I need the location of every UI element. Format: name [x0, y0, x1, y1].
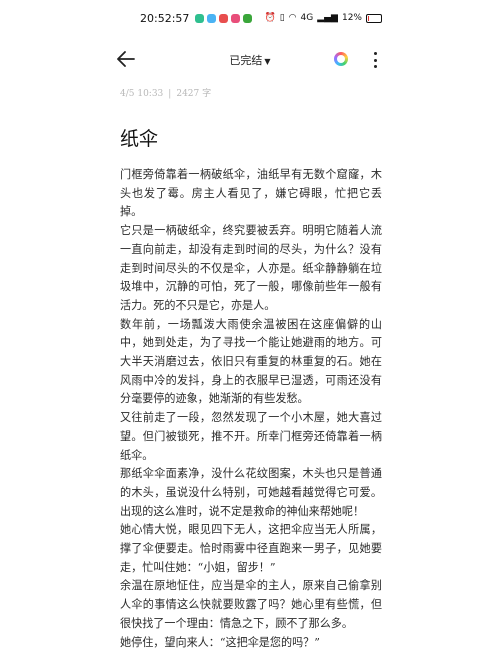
paragraph: 她心情大悦，眼见四下无人，这把伞应当无人所属，撑了伞便要走。恰时雨雾中径直跑来一… [120, 523, 382, 574]
edit-date: 4/5 10:33 [120, 89, 164, 99]
app-notification-icon [195, 13, 205, 23]
notification-icons [195, 13, 253, 23]
title-dropdown[interactable]: 已完结 ▼ [100, 52, 400, 68]
toolbar: 已完结 ▼ [100, 44, 400, 76]
document-meta: 4/5 10:33 | 2427 字 [120, 86, 211, 99]
vibrate-icon: ▯ [279, 13, 285, 23]
more-vertical-icon[interactable] [372, 52, 378, 68]
app-notification-icon [231, 13, 241, 23]
paragraph: 门框旁倚靠着一柄破纸伞，油纸早有无数个窟窿，木头也发了霉。房主人看见了，嫌它碍眼… [120, 168, 382, 219]
color-ring-icon[interactable] [334, 52, 348, 66]
status-right: ⏰ ▯ ◠ 4G ▂▄▆ 12% [264, 13, 382, 23]
toolbar-title: 已完结 [229, 54, 263, 67]
app-notification-icon [207, 13, 217, 23]
meta-divider: | [168, 89, 172, 99]
paragraph: 又往前走了一段，忽然发现了一个小木屋，她大喜过望。但门被锁死，推不开。所幸门框旁… [120, 411, 382, 462]
paragraph: 那纸伞伞面素净，没什么花纹图案，木头也只是普通的木头，虽说没什么特别，可她越看越… [120, 467, 382, 518]
word-count: 2427 字 [176, 89, 212, 99]
app-notification-icon [219, 13, 229, 23]
battery-icon [366, 13, 382, 23]
app-notification-icon [243, 13, 253, 23]
chevron-down-icon: ▼ [264, 57, 271, 66]
network-type: 4G [300, 13, 314, 23]
status-time: 20:52:57 [140, 11, 190, 25]
wifi-icon: ◠ [288, 13, 297, 23]
document-body[interactable]: 门框旁倚靠着一柄破纸伞，油纸早有无数个窟窿，木头也发了霉。房主人看见了，嫌它碍眼… [120, 166, 382, 652]
paragraph: 她停住，望向来人：“这把伞是您的吗？” [120, 635, 320, 649]
document-title[interactable]: 纸伞 [120, 124, 158, 151]
battery-text: 12% [341, 13, 362, 23]
phone-screen: 20:52:57 ⏰ ▯ ◠ 4G ▂▄▆ 12% 已完结 ▼ 4/5 10:3… [100, 0, 400, 666]
battery-fill [368, 15, 370, 21]
paragraph: 数年前，一场瓢泼大雨使余温被困在这座偏僻的山中，她到处走，为了寻找一个能让她避雨… [120, 317, 382, 406]
signal-icon: ▂▄▆ [317, 13, 338, 23]
paragraph: 余温在原地怔住，应当是伞的主人，原来自己偷拿别人伞的事情这么快就要败露了吗？她心… [120, 579, 382, 630]
paragraph: 它只是一柄破纸伞，终究要被丢弃。明明它随着人流一直向前走，却没有走到时间的尽头，… [120, 224, 382, 312]
alarm-icon: ⏰ [264, 13, 276, 23]
status-bar: 20:52:57 ⏰ ▯ ◠ 4G ▂▄▆ 12% [100, 0, 400, 36]
